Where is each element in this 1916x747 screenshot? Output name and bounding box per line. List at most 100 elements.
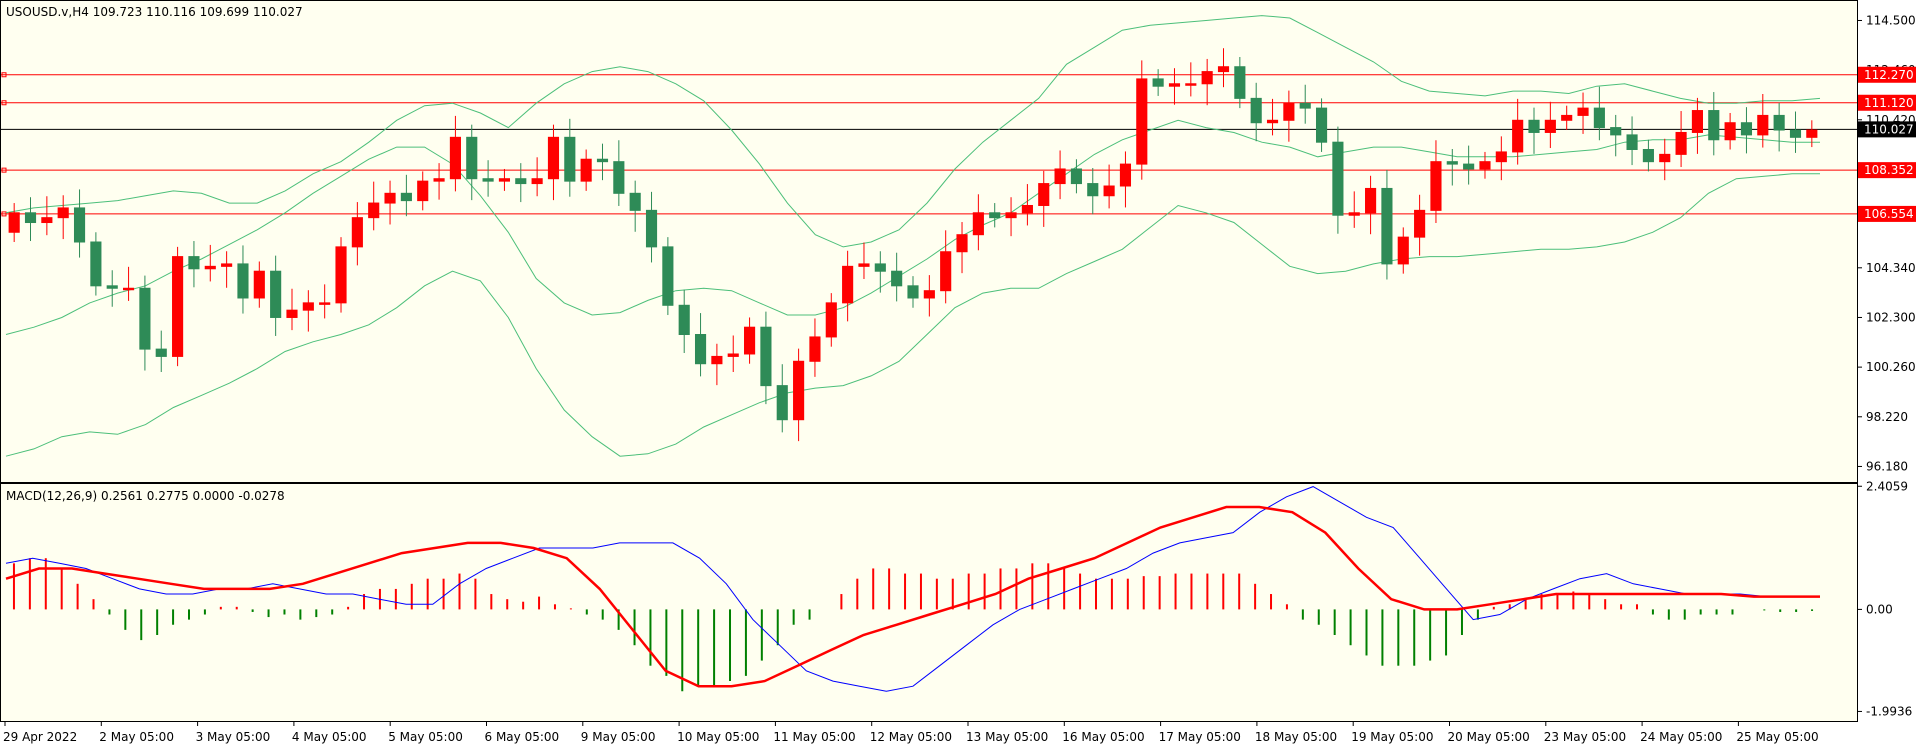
- bearish-candle: [645, 209, 658, 248]
- bullish-candle: [8, 212, 20, 233]
- bullish-candle: [204, 265, 216, 270]
- bearish-candle: [1381, 187, 1393, 265]
- time-axis-label: 23 May 05:00: [1544, 730, 1626, 744]
- price-tick-label: 102.300: [1866, 310, 1916, 324]
- bullish-candle: [1512, 119, 1524, 153]
- bullish-candle: [842, 265, 854, 304]
- bearish-candle: [1593, 107, 1605, 129]
- bullish-candle: [384, 192, 396, 204]
- bullish-candle: [123, 287, 135, 291]
- bearish-candle: [989, 212, 1001, 219]
- bullish-candle: [825, 302, 837, 338]
- time-axis-label: 24 May 05:00: [1640, 730, 1722, 744]
- bullish-candle: [302, 302, 314, 311]
- bearish-candle: [24, 212, 37, 224]
- bullish-candle: [727, 353, 739, 357]
- bullish-candle: [41, 217, 53, 224]
- price-tick-label: 96.180: [1866, 459, 1908, 473]
- time-axis-label: 25 May 05:00: [1736, 730, 1818, 744]
- macd-title: MACD(12,26,9) 0.2561 0.2775 0.0000 -0.02…: [6, 489, 285, 503]
- price-tick-label: 114.500: [1866, 13, 1916, 27]
- bearish-candle: [891, 270, 903, 287]
- bullish-candle: [417, 180, 429, 202]
- bullish-candle: [1479, 161, 1491, 170]
- time-axis-label: 19 May 05:00: [1351, 730, 1433, 744]
- bearish-candle: [629, 192, 641, 211]
- price-tick-label: 98.220: [1866, 410, 1908, 424]
- level-price-label: 111.120: [1864, 96, 1914, 110]
- bullish-candle: [1430, 161, 1442, 211]
- bearish-candle: [1773, 114, 1785, 131]
- bearish-candle: [776, 385, 788, 421]
- bearish-candle: [1299, 102, 1311, 109]
- macd-panel: [0, 483, 1858, 722]
- time-axis-label: 9 May 05:00: [581, 730, 656, 744]
- bullish-candle: [57, 207, 69, 219]
- bearish-candle: [1528, 119, 1540, 133]
- bearish-candle: [106, 285, 118, 289]
- bullish-candle: [1021, 204, 1033, 214]
- bearish-candle: [1789, 129, 1802, 138]
- bullish-candle: [1185, 83, 1197, 86]
- bearish-candle: [1152, 78, 1164, 87]
- bullish-candle: [1119, 163, 1132, 187]
- bearish-candle: [1234, 66, 1246, 99]
- bearish-candle: [90, 241, 102, 287]
- bullish-candle: [286, 309, 298, 318]
- time-axis-label: 13 May 05:00: [966, 730, 1048, 744]
- level-price-label: 108.352: [1864, 163, 1914, 177]
- bearish-candle: [482, 178, 494, 182]
- bullish-candle: [1217, 66, 1230, 73]
- bullish-candle: [1136, 78, 1148, 165]
- bearish-candle: [1315, 107, 1328, 143]
- bearish-candle: [1463, 163, 1475, 170]
- macd-tick-label: 2.4059: [1866, 479, 1908, 493]
- bearish-candle: [662, 246, 674, 306]
- price-title: USOUSD.v,H4 109.723 110.116 109.699 110.…: [6, 5, 303, 19]
- bullish-candle: [1561, 114, 1573, 121]
- bearish-candle: [188, 256, 200, 270]
- time-axis-label: 11 May 05:00: [773, 730, 855, 744]
- bullish-candle: [1757, 114, 1769, 136]
- bullish-candle: [351, 217, 363, 248]
- macd-tick-label: 0.00: [1866, 602, 1893, 616]
- bearish-candle: [1610, 127, 1622, 136]
- bullish-candle: [1283, 102, 1295, 121]
- bullish-candle: [1397, 236, 1409, 265]
- bullish-candle: [335, 246, 347, 304]
- bearish-candle: [1087, 183, 1099, 197]
- bearish-candle: [907, 285, 919, 299]
- bearish-candle: [564, 136, 576, 182]
- bullish-candle: [1659, 153, 1671, 163]
- time-axis-label: 3 May 05:00: [196, 730, 271, 744]
- bullish-candle: [972, 212, 984, 236]
- bullish-candle: [1806, 129, 1818, 138]
- bearish-candle: [466, 136, 478, 180]
- bullish-candle: [923, 290, 935, 299]
- bearish-candle: [1250, 97, 1262, 124]
- time-axis-label: 10 May 05:00: [677, 730, 759, 744]
- bullish-candle: [1103, 185, 1115, 197]
- bearish-candle: [760, 326, 772, 387]
- bullish-candle: [1675, 131, 1687, 155]
- bullish-candle: [1544, 119, 1556, 133]
- bullish-candle: [1348, 212, 1360, 216]
- bullish-candle: [1691, 110, 1703, 133]
- bearish-candle: [270, 270, 282, 318]
- bearish-candle: [1708, 110, 1720, 141]
- bullish-candle: [221, 263, 233, 267]
- bullish-candle: [809, 336, 821, 362]
- bullish-candle: [940, 251, 952, 292]
- bearish-candle: [1626, 134, 1638, 150]
- bullish-candle: [1201, 71, 1213, 85]
- bullish-candle: [547, 136, 560, 180]
- bearish-candle: [694, 334, 707, 365]
- bullish-candle: [1266, 119, 1279, 124]
- trading-chart: USOUSD.v,H4 109.723 110.116 109.699 110.…: [0, 0, 1916, 744]
- bearish-candle: [139, 287, 151, 350]
- price-tick-label: 100.260: [1866, 360, 1916, 374]
- bullish-candle: [253, 270, 265, 299]
- bearish-candle: [237, 263, 249, 299]
- bearish-candle: [1446, 161, 1458, 165]
- bearish-candle: [155, 348, 167, 357]
